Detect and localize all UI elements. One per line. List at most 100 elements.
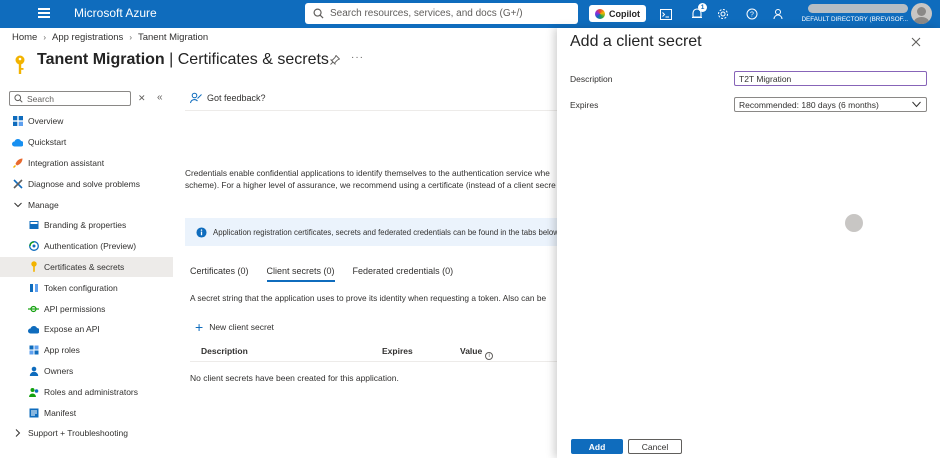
copilot-button[interactable]: Copilot — [589, 5, 646, 22]
sidebar-item-label: Certificates & secrets — [44, 261, 125, 272]
sidebar-item-integration-assistant[interactable]: Integration assistant — [0, 153, 173, 174]
sidebar-item-label: App roles — [44, 345, 80, 356]
sidebar-item-authentication[interactable]: Authentication (Preview) — [0, 236, 173, 257]
sidebar-item-token-configuration[interactable]: Token configuration — [0, 277, 173, 298]
description-label: Description — [570, 74, 613, 84]
expires-dropdown[interactable]: Recommended: 180 days (6 months) — [734, 97, 927, 112]
roles-icon — [28, 386, 39, 397]
breadcrumb-app-registrations[interactable]: App registrations — [52, 32, 123, 43]
feedback-person-icon[interactable] — [771, 6, 787, 22]
sidebar-item-label: Roles and administrators — [44, 386, 139, 397]
cloud-icon — [28, 324, 39, 335]
sidebar-item-label: Quickstart — [28, 137, 67, 148]
sidebar-item-expose-api[interactable]: Expose an API — [0, 319, 173, 340]
top-bar: Microsoft Azure Search resources, servic… — [0, 0, 940, 28]
account-name-redacted — [808, 4, 908, 13]
wrench-icon — [12, 178, 23, 189]
info-banner: Application registration certificates, s… — [185, 218, 557, 246]
sidebar-item-manifest[interactable]: Manifest — [0, 402, 173, 423]
breadcrumb-app[interactable]: Tanent Migration — [138, 32, 208, 43]
manifest-icon — [28, 407, 39, 418]
sidebar-item-certificates-secrets[interactable]: Certificates & secrets — [0, 256, 173, 278]
sidebar-item-owners[interactable]: Owners — [0, 361, 173, 382]
sidebar-item-label: Diagnose and solve problems — [28, 178, 140, 189]
brand-title[interactable]: Microsoft Azure — [74, 6, 157, 20]
sidebar-item-label: API permissions — [44, 303, 106, 314]
tab-client-secrets[interactable]: Client secrets (0) — [266, 266, 335, 282]
search-icon — [14, 94, 23, 103]
expires-selected-value: Recommended: 180 days (6 months) — [739, 99, 879, 110]
info-banner-text: Application registration certificates, s… — [213, 227, 557, 237]
sidebar-item-label: Manage — [28, 199, 59, 210]
rocket-icon — [12, 157, 23, 168]
clear-filter-icon[interactable]: ✕ — [138, 93, 146, 104]
tab-federated-credentials[interactable]: Federated credentials (0) — [353, 266, 454, 282]
cloud-shell-icon[interactable] — [658, 6, 674, 22]
sidebar-search-placeholder: Search — [27, 93, 54, 104]
hamburger-menu-icon[interactable] — [38, 8, 50, 18]
sidebar-item-label: Overview — [28, 116, 64, 127]
quickstart-icon — [12, 137, 23, 148]
app-roles-icon — [28, 345, 39, 356]
client-secrets-description: A secret string that the application use… — [190, 293, 547, 303]
account-menu[interactable]: DEFAULT DIRECTORY (BREVISOF... — [790, 3, 908, 25]
loading-cursor-indicator — [845, 214, 863, 232]
close-icon[interactable] — [910, 36, 922, 48]
collapse-sidebar-icon[interactable]: « — [157, 92, 163, 103]
info-icon[interactable]: i — [485, 352, 494, 360]
plus-icon: + — [195, 319, 204, 335]
sidebar-item-diagnose[interactable]: Diagnose and solve problems — [0, 173, 173, 194]
more-options-icon[interactable]: ··· — [351, 52, 364, 63]
cancel-button[interactable]: Cancel — [628, 439, 682, 454]
description-line: scheme). For a higher level of assurance… — [185, 180, 556, 190]
global-search-input[interactable]: Search resources, services, and docs (G+… — [305, 3, 578, 24]
breadcrumb-home[interactable]: Home — [12, 32, 37, 43]
settings-gear-icon[interactable] — [715, 6, 731, 22]
sidebar-item-label: Manifest — [44, 407, 77, 418]
sidebar-item-overview[interactable]: Overview — [0, 111, 173, 132]
token-icon — [28, 282, 39, 293]
sidebar-item-app-roles[interactable]: App roles — [0, 340, 173, 361]
add-button[interactable]: Add — [571, 439, 623, 454]
account-directory: DEFAULT DIRECTORY (BREVISOF... — [801, 16, 909, 23]
description-line: Credentials enable confidential applicat… — [185, 168, 550, 178]
sidebar-item-quickstart[interactable]: Quickstart — [0, 132, 173, 153]
tab-certificates[interactable]: Certificates (0) — [190, 266, 249, 282]
add-client-secret-panel: Add a client secret Description Expires … — [557, 28, 940, 458]
breadcrumb: Home › App registrations › Tanent Migrat… — [12, 32, 208, 43]
info-icon — [196, 226, 207, 238]
page-title-section: Certificates & secrets — [177, 51, 329, 68]
owners-icon — [28, 365, 39, 376]
pin-icon[interactable] — [330, 55, 340, 65]
overview-icon — [12, 116, 23, 127]
secrets-table-header: Description Expires Value i — [190, 340, 557, 362]
help-icon[interactable]: ? — [744, 6, 760, 22]
sidebar-group-manage[interactable]: Manage — [0, 194, 173, 215]
column-value-label: Value — [460, 346, 483, 356]
notifications-icon[interactable]: 1 — [689, 3, 707, 22]
key-icon — [15, 55, 25, 74]
chevron-down-icon — [12, 199, 23, 210]
sidebar-search-input[interactable]: Search — [9, 91, 131, 106]
description-input[interactable] — [734, 71, 927, 86]
chevron-right-icon — [12, 428, 23, 439]
column-description: Description — [201, 346, 248, 356]
branding-icon — [28, 220, 39, 231]
sidebar-item-label: Authentication (Preview) — [44, 241, 137, 252]
new-client-secret-button[interactable]: + New client secret — [195, 319, 274, 335]
sidebar-group-support[interactable]: Support + Troubleshooting — [0, 423, 173, 444]
feedback-link[interactable]: Got feedback? — [190, 92, 266, 104]
sidebar-item-branding[interactable]: Branding & properties — [0, 215, 173, 236]
authentication-icon — [28, 241, 39, 252]
copilot-icon — [595, 8, 605, 19]
sidebar-item-api-permissions[interactable]: API permissions — [0, 298, 173, 319]
sidebar-item-label: Token configuration — [44, 282, 118, 293]
sidebar-item-label: Support + Troubleshooting — [28, 428, 128, 439]
sidebar-item-roles-administrators[interactable]: Roles and administrators — [0, 381, 173, 402]
breadcrumb-separator-icon: › — [129, 33, 132, 42]
copilot-label: Copilot — [609, 8, 640, 19]
avatar[interactable] — [911, 3, 932, 24]
search-icon — [313, 8, 324, 19]
key-icon — [28, 261, 39, 273]
breadcrumb-separator-icon: › — [43, 33, 47, 42]
